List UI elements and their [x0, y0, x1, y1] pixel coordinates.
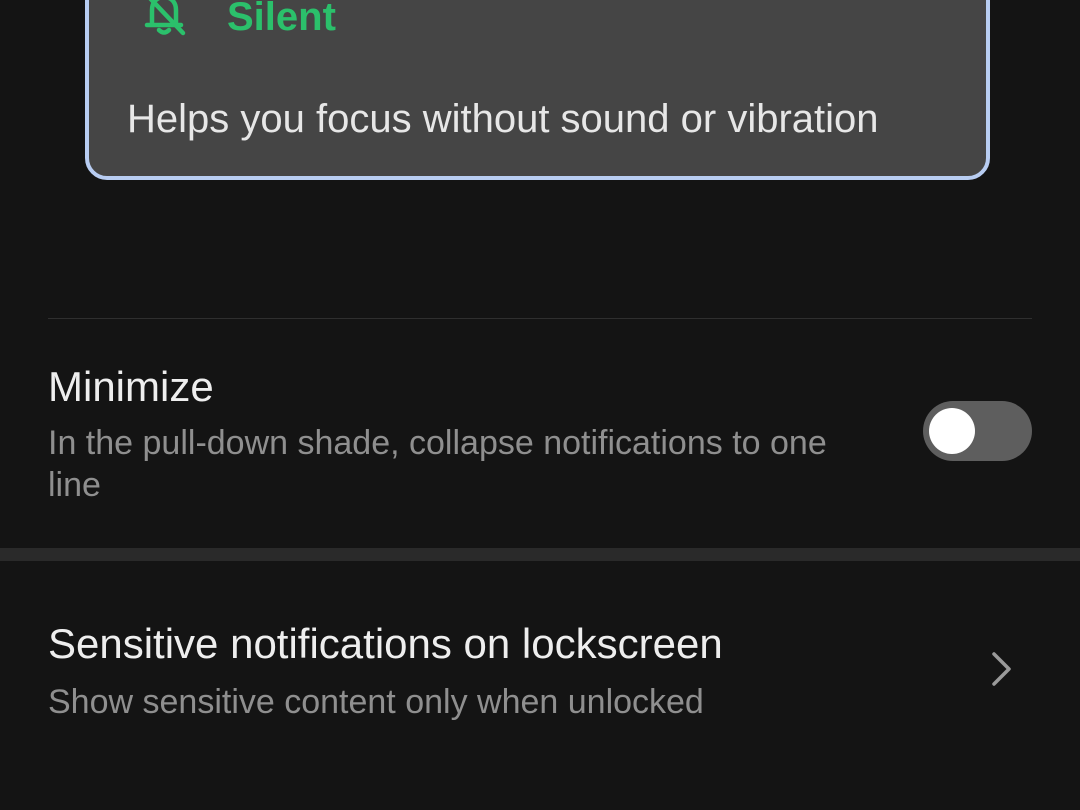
notification-settings-screen: Silent Helps you focus without sound or …: [0, 0, 1080, 810]
section-separator: [0, 548, 1080, 561]
silent-option-header: Silent: [137, 0, 336, 40]
bell-off-icon: [144, 0, 186, 36]
silent-option-card[interactable]: Silent Helps you focus without sound or …: [85, 0, 990, 180]
minimize-description: In the pull-down shade, collapse notific…: [48, 424, 827, 504]
chevron-right-icon: [992, 652, 1011, 686]
toggle-knob: [929, 408, 975, 454]
minimize-toggle[interactable]: [923, 401, 1032, 461]
sensitive-notifications-row[interactable]: Sensitive notifications on lockscreen Sh…: [0, 561, 1080, 810]
sensitive-notifications-title: Sensitive notifications on lockscreen: [48, 620, 723, 667]
sensitive-notifications-description: Show sensitive content only when unlocke…: [48, 683, 704, 721]
divider: [48, 318, 1032, 319]
minimize-title: Minimize: [48, 363, 214, 410]
silent-option-title: Silent: [227, 0, 336, 39]
silent-option-description: Helps you focus without sound or vibrati…: [127, 97, 879, 141]
